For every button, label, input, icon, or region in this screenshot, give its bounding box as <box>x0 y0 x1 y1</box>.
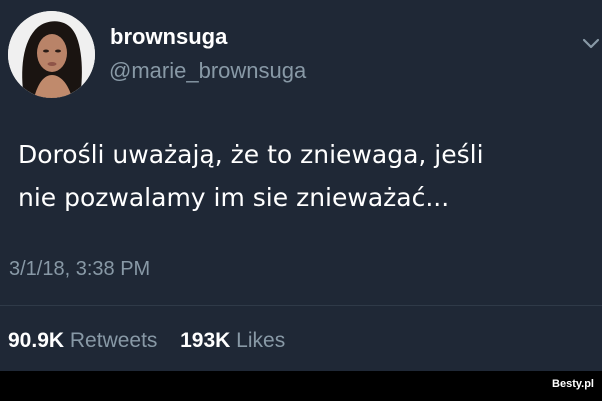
tweet-card: brownsuga @marie_brownsuga Dorośli uważa… <box>0 0 602 371</box>
divider <box>0 305 602 306</box>
chevron-down-icon[interactable] <box>580 36 602 52</box>
retweets-label[interactable]: Retweets <box>70 329 158 352</box>
display-name[interactable]: brownsuga <box>110 26 227 48</box>
tweet-timestamp[interactable]: 3/1/18, 3:38 PM <box>9 259 150 279</box>
retweets-count[interactable]: 90.9K <box>8 329 64 352</box>
likes-count[interactable]: 193K <box>180 329 230 352</box>
avatar-image <box>8 11 95 98</box>
tweet-text-line: nie pozwalamy im sie znieważać... <box>18 183 450 212</box>
tweet-text: Dorośli uważają, że to zniewaga, jeśli n… <box>18 133 588 219</box>
engagement-stats: 90.9K Retweets 193K Likes <box>8 330 285 351</box>
user-handle[interactable]: @marie_brownsuga <box>109 60 306 82</box>
watermark-logo: Besty.pl <box>552 373 594 395</box>
tweet-text-line: Dorośli uważają, że to zniewaga, jeśli <box>18 140 484 169</box>
likes-label[interactable]: Likes <box>236 329 285 352</box>
avatar[interactable] <box>8 11 95 98</box>
watermark-text: Besty.pl <box>552 378 594 390</box>
